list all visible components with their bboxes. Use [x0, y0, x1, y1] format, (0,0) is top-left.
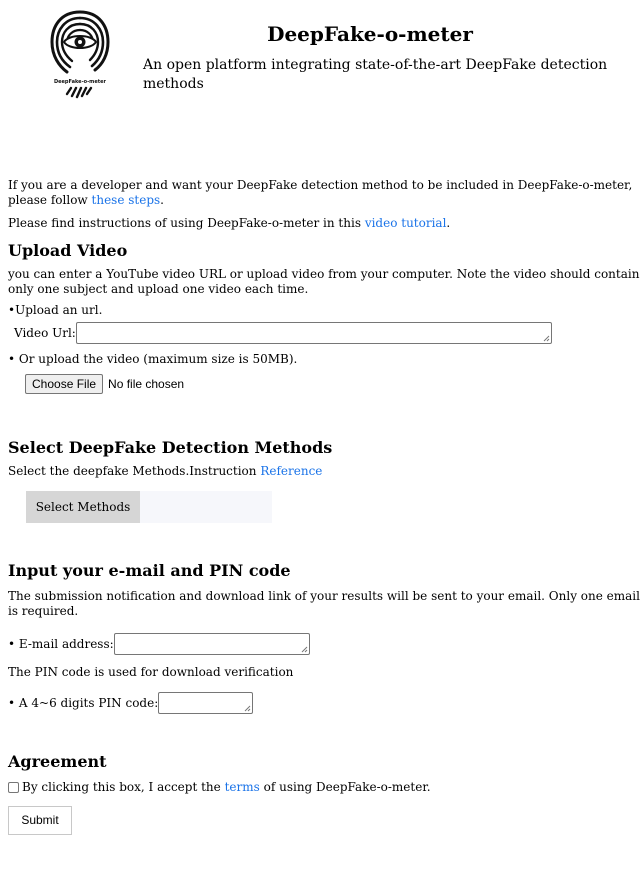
- email-label: • E-mail address:: [8, 637, 114, 651]
- choose-file-button[interactable]: Choose File: [25, 374, 104, 394]
- file-upload-row: Choose File No file chosen: [8, 374, 640, 394]
- pin-row: • A 4~6 digits PIN code:: [8, 692, 640, 714]
- agreement-end: of using DeepFake-o-meter.: [263, 780, 431, 794]
- developer-note: If you are a developer and want your Dee…: [8, 178, 640, 208]
- email-row: • E-mail address:: [8, 633, 640, 655]
- file-option-label: • Or upload the video (maximum size is 5…: [8, 352, 298, 366]
- reference-link[interactable]: Reference: [260, 464, 322, 478]
- email-field[interactable]: [113, 633, 310, 655]
- select-methods-button[interactable]: Select Methods: [26, 491, 140, 523]
- resize-grip-icon[interactable]: [301, 646, 308, 653]
- developer-end: .: [160, 193, 164, 207]
- agreement-text: By clicking this box, I accept the: [22, 780, 221, 794]
- methods-instruction: Select the deepfake Methods.Instruction …: [8, 464, 640, 479]
- site-subtitle: An open platform integrating state-of-th…: [143, 57, 608, 92]
- these-steps-link[interactable]: these steps: [92, 193, 161, 207]
- agreement-heading: Agreement: [8, 752, 107, 771]
- svg-text:DeepFake-o-meter: DeepFake-o-meter: [54, 79, 107, 85]
- select-methods-heading: Select DeepFake Detection Methods: [8, 438, 333, 457]
- pin-description: The PIN code is used for download verifi…: [8, 665, 294, 679]
- url-option-label: •Upload an url.: [8, 303, 103, 317]
- page-header: DeepFake-o-meter DeepFake-o-meter An ope…: [0, 0, 641, 110]
- file-status: No file chosen: [108, 377, 185, 391]
- email-description: The submission notification and download…: [8, 589, 640, 618]
- video-url-label: Video Url:: [14, 326, 76, 340]
- video-note: Please find instructions of using DeepFa…: [8, 216, 640, 231]
- site-title: DeepFake-o-meter: [267, 22, 473, 46]
- email-pin-heading: Input your e-mail and PIN code: [8, 561, 291, 580]
- video-text: Please find instructions of using DeepFa…: [8, 216, 361, 230]
- video-tutorial-link[interactable]: video tutorial: [365, 216, 447, 230]
- submit-button[interactable]: Submit: [8, 806, 72, 835]
- video-end: .: [446, 216, 451, 230]
- pin-field[interactable]: [158, 692, 254, 714]
- pin-label: • A 4~6 digits PIN code:: [8, 696, 159, 710]
- fingerprint-eye-logo: DeepFake-o-meter: [50, 10, 110, 99]
- main-content: If you are a developer and want your Dee…: [8, 178, 640, 835]
- resize-grip-icon[interactable]: [244, 705, 251, 712]
- upload-description: you can enter a YouTube video URL or upl…: [8, 267, 640, 296]
- methods-instruction-text: Select the deepfake Methods.Instruction: [8, 464, 257, 478]
- methods-selector: Select Methods: [26, 491, 272, 523]
- upload-video-heading: Upload Video: [8, 241, 128, 260]
- resize-grip-icon[interactable]: [543, 335, 550, 342]
- agree-checkbox[interactable]: [8, 781, 19, 793]
- video-url-row: Video Url:: [8, 322, 640, 344]
- terms-link[interactable]: terms: [225, 780, 260, 794]
- agreement-row: By clicking this box, I accept the terms…: [8, 780, 640, 794]
- video-url-input[interactable]: [75, 322, 552, 344]
